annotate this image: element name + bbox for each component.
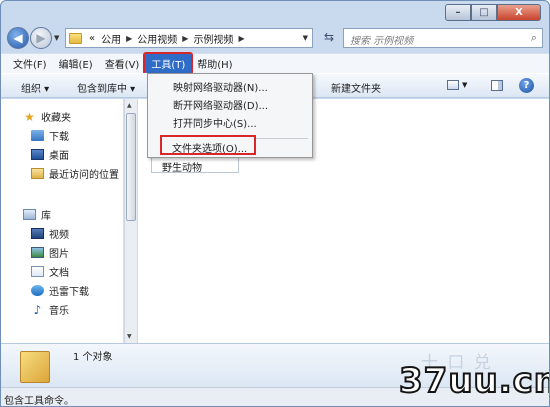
sidebar-item-label: 迅雷下载 (49, 287, 89, 298)
star-icon: ★ (24, 109, 35, 124)
sidebar-item-label: 下载 (49, 132, 69, 143)
sidebar-item-desktop[interactable]: 桌面 (31, 147, 69, 162)
sidebar-item-label: 文档 (49, 268, 69, 279)
folder-icon (20, 351, 50, 383)
object-count: 1 个对象 (73, 352, 113, 363)
sidebar-item-videos[interactable]: 视频 (31, 226, 69, 241)
maximize-button[interactable]: □ (471, 4, 497, 21)
minimize-icon: – (455, 7, 461, 18)
chevron-right-icon[interactable]: ▶ (124, 34, 134, 43)
close-icon: X (515, 7, 523, 18)
menu-file[interactable]: 文件(F) (7, 54, 53, 73)
chevron-right-icon[interactable]: ▶ (236, 34, 246, 43)
navigation-scrollbar[interactable]: ▲ ▼ (124, 99, 137, 343)
sidebar-item-downloads[interactable]: 下载 (31, 128, 69, 143)
favorites-header[interactable]: ★ 收藏夹 (23, 109, 71, 125)
address-bar[interactable]: « 公用 ▶ 公用视频 ▶ 示例视频 ▶ ▼ (65, 28, 313, 48)
menu-help[interactable]: 帮助(H) (191, 54, 238, 73)
menu-edit[interactable]: 编辑(E) (53, 54, 99, 73)
chevron-right-icon[interactable]: ▶ (180, 34, 190, 43)
thunder-download-icon (31, 285, 44, 296)
scroll-down-icon[interactable]: ▼ (127, 333, 132, 340)
sidebar-item-thunder-downloads[interactable]: 迅雷下载 (31, 283, 89, 298)
sidebar-item-documents[interactable]: 文档 (31, 264, 69, 279)
forward-arrow-icon: ▶ (36, 31, 46, 45)
navigation-row: ◀ ▶ ▼ « 公用 ▶ 公用视频 ▶ 示例视频 ▶ ▼ ⇆ 搜索 示例视频 ⌕ (1, 25, 549, 51)
pictures-library-icon (31, 247, 44, 258)
breadcrumb-public[interactable]: 公用 (98, 31, 124, 46)
desktop-icon (31, 149, 44, 160)
sidebar-item-label: 桌面 (49, 151, 69, 162)
sidebar-item-label: 视频 (49, 230, 69, 241)
view-dropdown-icon[interactable]: ▼ (462, 81, 467, 89)
maximize-icon: □ (479, 7, 489, 18)
sidebar-item-recent-places[interactable]: 最近访问的位置 (31, 166, 119, 181)
scroll-up-icon[interactable]: ▲ (127, 102, 132, 109)
minimize-button[interactable]: – (445, 4, 471, 21)
search-placeholder: 搜索 示例视频 (350, 36, 414, 47)
close-button[interactable]: X (497, 4, 541, 21)
breadcrumb-public-videos[interactable]: 公用视频 (134, 31, 180, 46)
favorites-label: 收藏夹 (41, 113, 71, 124)
libraries-label: 库 (41, 211, 51, 222)
new-folder-button[interactable]: 新建文件夹 (331, 80, 381, 95)
breadcrumb-overflow[interactable]: « (86, 33, 98, 44)
include-in-library-button[interactable]: 包含到库中 ▾ (77, 80, 135, 95)
folder-item-wildlife[interactable]: 野生动物 (151, 156, 239, 174)
change-view-icon[interactable] (447, 80, 459, 90)
address-dropdown-icon[interactable]: ▼ (303, 34, 308, 42)
search-icon[interactable]: ⌕ (531, 31, 537, 45)
menu-view[interactable]: 查看(V) (99, 54, 146, 73)
tools-menu-dropdown: 映射网络驱动器(N)... 断开网络驱动器(D)... 打开同步中心(S)...… (147, 73, 313, 158)
menu-tools[interactable]: 工具(T) (143, 52, 194, 75)
help-icon[interactable]: ? (519, 78, 534, 93)
music-note-icon: ♪ (33, 302, 42, 317)
back-arrow-icon: ◀ (13, 31, 23, 45)
status-text: 包含工具命令。 (4, 396, 74, 407)
library-icon (23, 209, 36, 220)
documents-library-icon (31, 266, 44, 277)
sidebar-item-label: 图片 (49, 249, 69, 260)
forward-button[interactable]: ▶ (30, 27, 52, 49)
menu-item-folder-options[interactable]: 文件夹选项(O)... (160, 135, 256, 155)
menu-item-sync-center[interactable]: 打开同步中心(S)... (173, 115, 257, 130)
folder-icon (69, 32, 82, 44)
refresh-icon[interactable]: ⇆ (319, 30, 339, 44)
organize-button[interactable]: 组织 ▾ (21, 80, 49, 95)
breadcrumb-sample-videos[interactable]: 示例视频 (190, 31, 236, 46)
video-library-icon (31, 228, 44, 239)
sidebar-item-label: 最近访问的位置 (49, 170, 119, 181)
recent-pages-dropdown-icon[interactable]: ▼ (54, 34, 59, 42)
menu-bar: 文件(F) 编辑(E) 查看(V) 工具(T) 帮助(H) (1, 52, 549, 75)
downloads-folder-icon (31, 130, 44, 141)
navigation-pane: ★ 收藏夹 下载 桌面 最近访问的位置 库 视频 图片 文档 迅雷下载 ♪ 音乐 (1, 99, 124, 343)
menu-item-map-network-drive[interactable]: 映射网络驱动器(N)... (173, 79, 268, 94)
caption-buttons: – □ X (445, 4, 541, 21)
menu-item-disconnect-network-drive[interactable]: 断开网络驱动器(D)... (173, 97, 268, 112)
scrollbar-thumb[interactable] (126, 113, 136, 221)
sidebar-item-pictures[interactable]: 图片 (31, 245, 69, 260)
preview-pane-icon[interactable] (491, 80, 503, 91)
libraries-header[interactable]: 库 (23, 207, 51, 222)
sidebar-item-music[interactable]: ♪ 音乐 (31, 302, 69, 318)
recent-places-icon (31, 168, 44, 179)
sidebar-item-label: 音乐 (49, 306, 69, 317)
search-input[interactable]: 搜索 示例视频 ⌕ (343, 28, 543, 48)
explorer-window: – □ X ◀ ▶ ▼ « 公用 ▶ 公用视频 ▶ 示例视频 ▶ ▼ ⇆ 搜索 … (0, 0, 550, 407)
site-watermark: 37uu.cn (398, 360, 550, 402)
back-button[interactable]: ◀ (7, 27, 29, 49)
